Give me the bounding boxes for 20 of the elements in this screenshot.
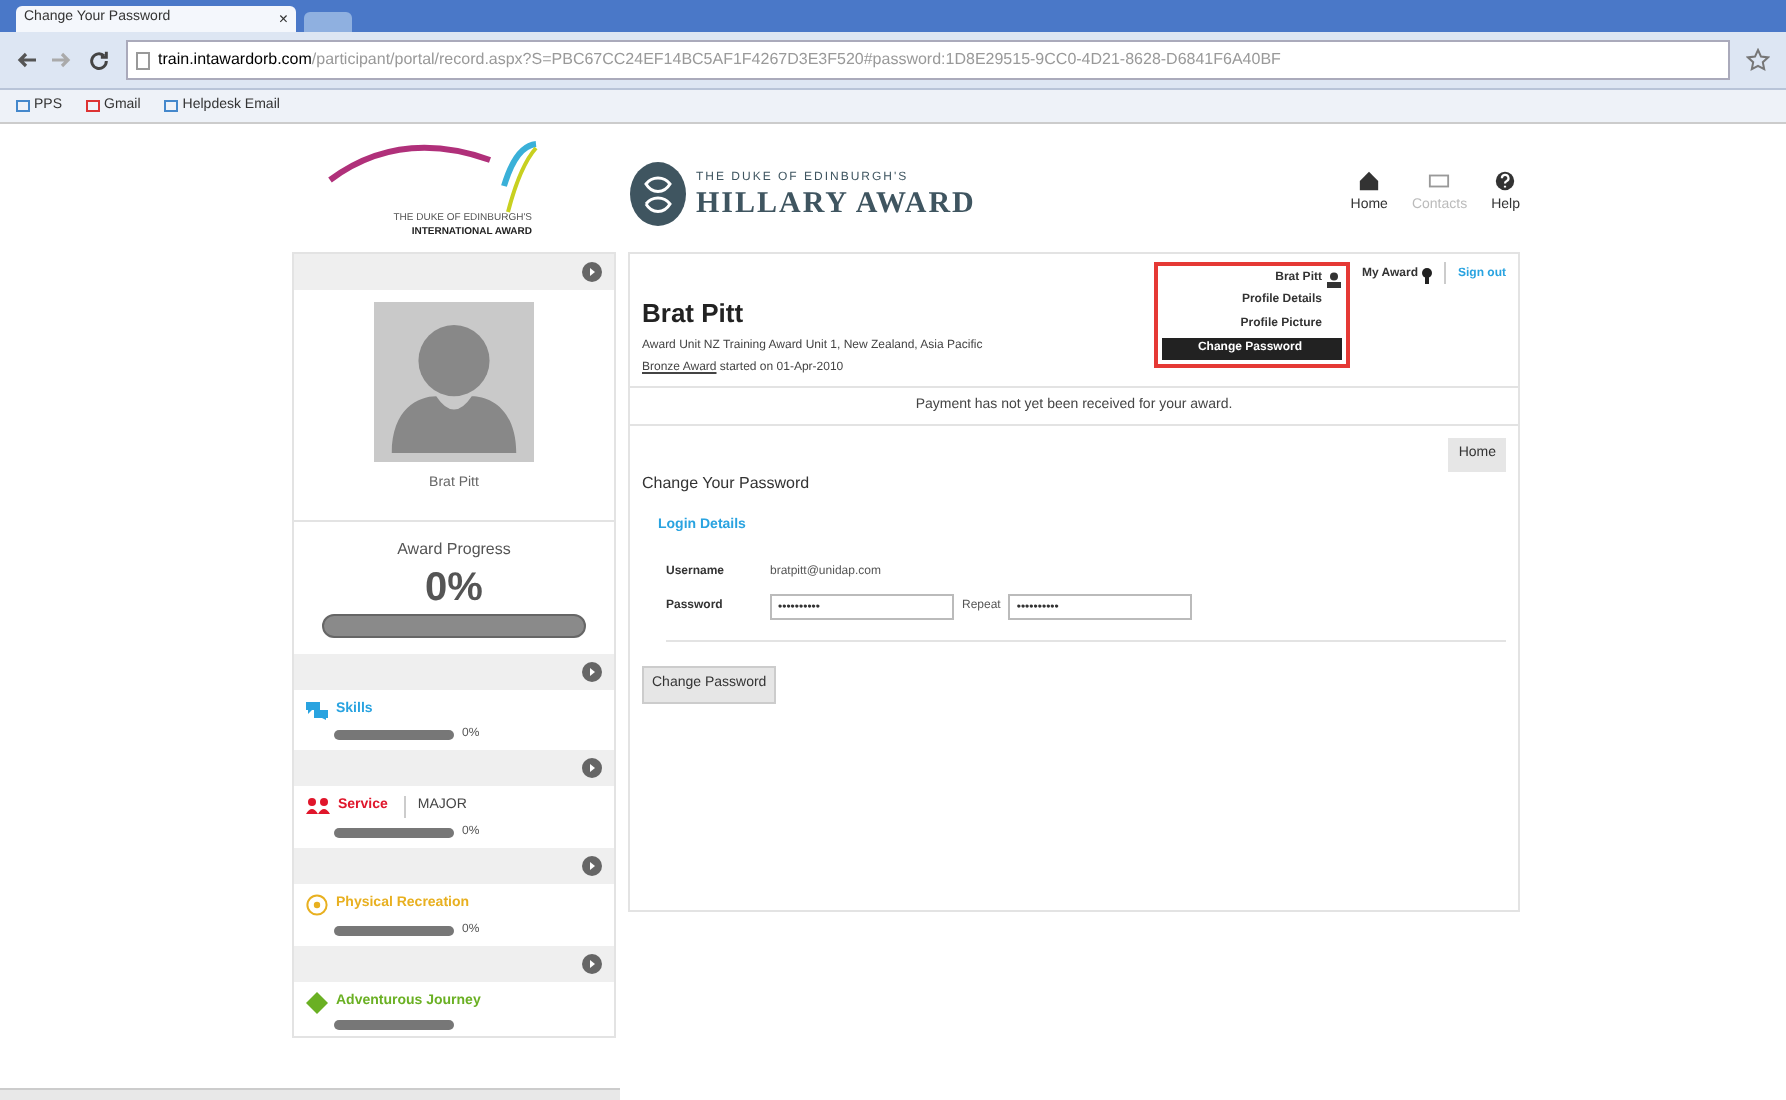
arrow-circle-icon[interactable] <box>582 855 602 875</box>
user-icon <box>1325 271 1342 287</box>
arrow-circle-icon[interactable] <box>582 758 602 778</box>
arrow-circle-icon[interactable] <box>582 262 602 282</box>
progress-value: 0% <box>425 565 483 609</box>
url-text: train.intawardorb.com/participant/portal/record.aspx?S=PBC67CC24EF14BC5AF1F4267D3E3F520#password:1D8E29515-9CC0-4D21-8628-D6841F6A40BF <box>158 48 1281 72</box>
user-name: Brat Pitt <box>642 296 746 332</box>
help-icon <box>1494 170 1517 193</box>
reload-icon[interactable] <box>88 49 110 71</box>
arrow-circle-icon[interactable] <box>582 661 602 681</box>
home-icon <box>1358 170 1381 193</box>
arrow-circle-icon[interactable] <box>582 953 602 973</box>
contacts-icon <box>1428 170 1451 193</box>
star-icon[interactable] <box>1746 48 1770 72</box>
back-arrow-icon[interactable] <box>16 52 36 68</box>
page-icon <box>136 51 150 69</box>
progress-title: Award Progress <box>397 537 511 561</box>
address-field[interactable]: train.intawardorb.com/participant/portal/record.aspx?S=PBC67CC24EF14BC5AF1F4267D3E3F520#password:1D8E29515-9CC0-4D21-8628-D6841F6A40BF <box>126 40 1730 80</box>
form-title: Change Your Password <box>642 471 812 495</box>
close-icon[interactable]: × <box>278 7 288 31</box>
